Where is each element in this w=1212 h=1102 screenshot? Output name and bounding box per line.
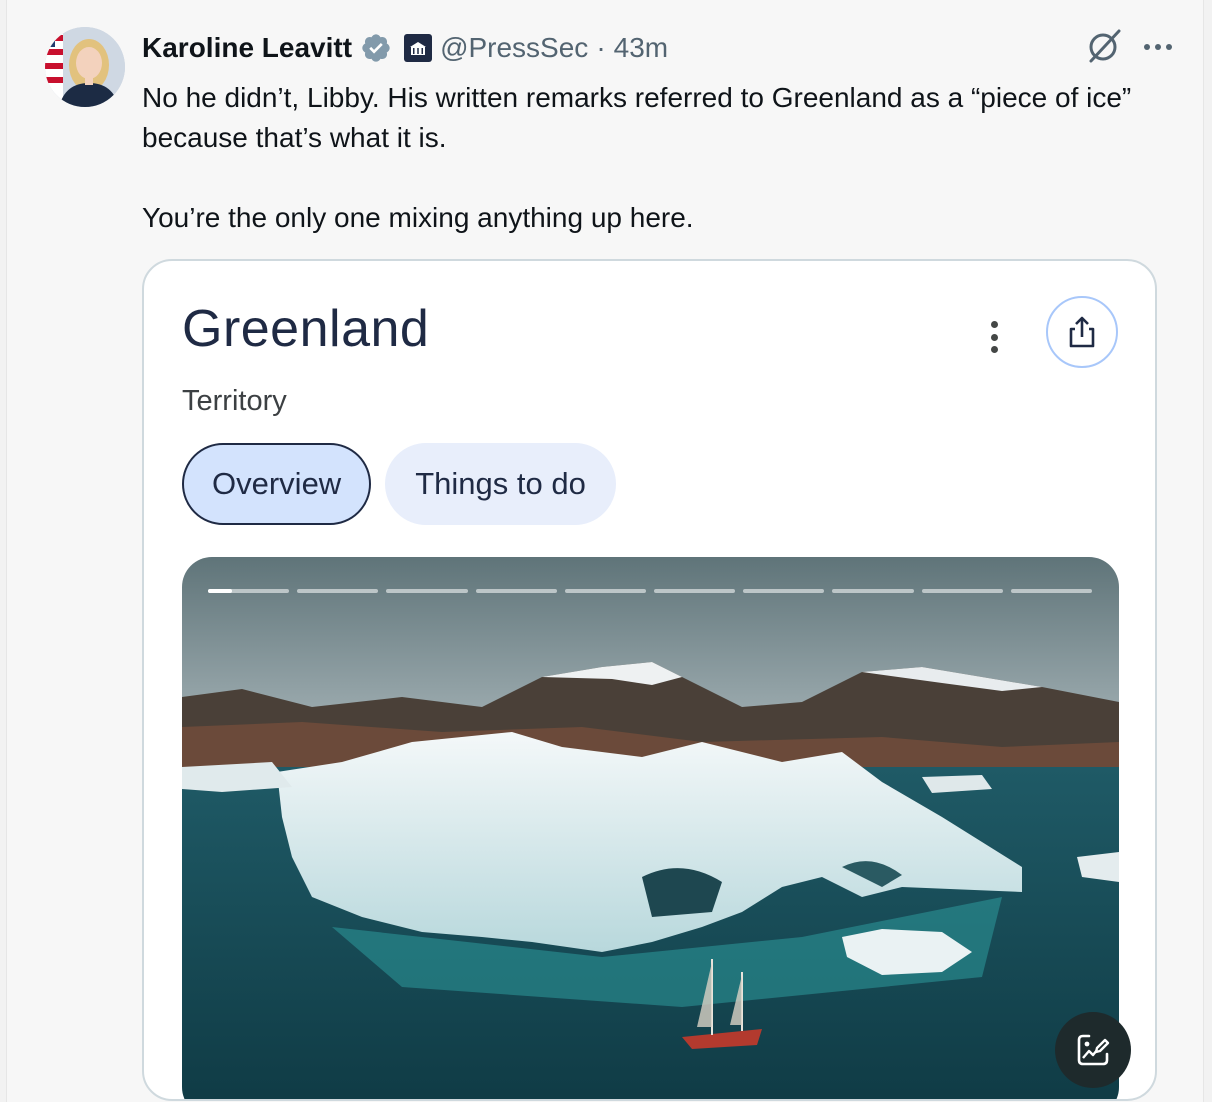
share-icon — [1069, 316, 1095, 348]
carousel-progress-segment — [208, 589, 290, 593]
tab-things-to-do[interactable]: Things to do — [385, 443, 616, 525]
separator: · — [596, 32, 606, 63]
white-house-icon[interactable] — [404, 34, 433, 62]
tweet-paragraph: You’re the only one mixing anything up h… — [142, 202, 694, 233]
tweet-header: Karoline Leavitt @PressSec · 43m — [142, 28, 668, 68]
carousel-progress-segment — [297, 589, 379, 593]
tweet-time[interactable]: 43m — [614, 32, 668, 64]
carousel-progress-segment — [564, 589, 647, 593]
avatar[interactable] — [45, 27, 125, 107]
carousel-progress-segment — [475, 589, 557, 593]
embedded-screenshot-card[interactable]: Greenland Territory Overview Things to d… — [142, 259, 1157, 1101]
share-button[interactable] — [1046, 296, 1118, 368]
tab-overview[interactable]: Overview — [182, 443, 372, 525]
author-handle[interactable]: @PressSec — [440, 32, 588, 64]
place-tabs: Overview Things to do — [182, 443, 616, 525]
carousel-progress-fill — [208, 589, 233, 593]
carousel-progress-segment — [1010, 589, 1093, 593]
carousel-progress — [208, 589, 1093, 593]
more-vertical-icon[interactable] — [982, 317, 1006, 357]
grok-icon[interactable] — [1085, 27, 1123, 70]
tweet[interactable]: Karoline Leavitt @PressSec · 43m No he d… — [6, 0, 1204, 1102]
place-title: Greenland — [182, 300, 430, 358]
image-search-button[interactable] — [1055, 1012, 1131, 1088]
verified-badge-icon[interactable] — [360, 32, 392, 64]
tweet-text: No he didn’t, Libby. His written remarks… — [142, 78, 1192, 238]
carousel-progress-segment — [832, 589, 914, 593]
carousel-progress-segment — [654, 589, 736, 593]
place-photo[interactable] — [182, 557, 1119, 1099]
author-name[interactable]: Karoline Leavitt — [142, 32, 352, 64]
carousel-progress-segment — [386, 589, 468, 593]
carousel-progress-segment — [743, 589, 825, 593]
carousel-progress-segment — [921, 589, 1003, 593]
more-horizontal-icon[interactable] — [1143, 39, 1173, 57]
avatar-photo — [45, 27, 125, 107]
image-search-icon — [1077, 1034, 1110, 1066]
tweet-paragraph: No he didn’t, Libby. His written remarks… — [142, 82, 1132, 153]
place-subtitle: Territory — [182, 385, 287, 417]
tweet-top-actions — [1085, 28, 1173, 68]
iceberg-image — [182, 557, 1119, 1099]
